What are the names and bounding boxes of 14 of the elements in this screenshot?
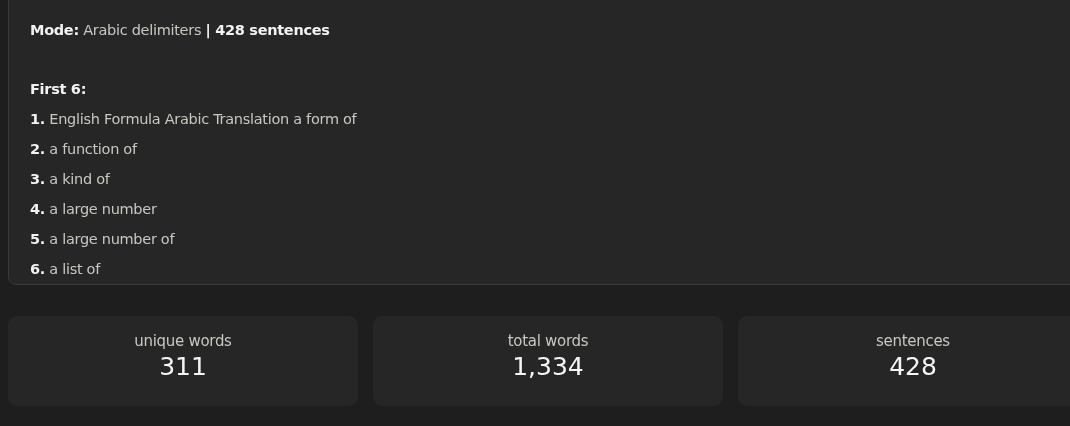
sentence-item: 6. a list of bbox=[30, 260, 102, 279]
sentence-item: 2. a function of bbox=[30, 140, 139, 159]
sentence-item: 5. a large number of bbox=[30, 230, 176, 249]
stat-label: sentences bbox=[876, 332, 950, 350]
list-title: First 6: bbox=[30, 80, 88, 99]
stat-value: 311 bbox=[159, 352, 207, 381]
stat-value: 428 bbox=[889, 352, 937, 381]
stat-label: total words bbox=[507, 332, 589, 350]
stat-label: unique words bbox=[134, 332, 232, 350]
sentence-item: 1. English Formula Arabic Translation a form of bbox=[30, 110, 358, 129]
sentence-item: 4. a large number bbox=[30, 200, 158, 219]
mode-line: Mode: Arabic delimiters | 428 sentences bbox=[30, 21, 331, 41]
sentence-item: 3. a kind of bbox=[30, 170, 111, 189]
stat-value: 1,334 bbox=[512, 352, 584, 381]
